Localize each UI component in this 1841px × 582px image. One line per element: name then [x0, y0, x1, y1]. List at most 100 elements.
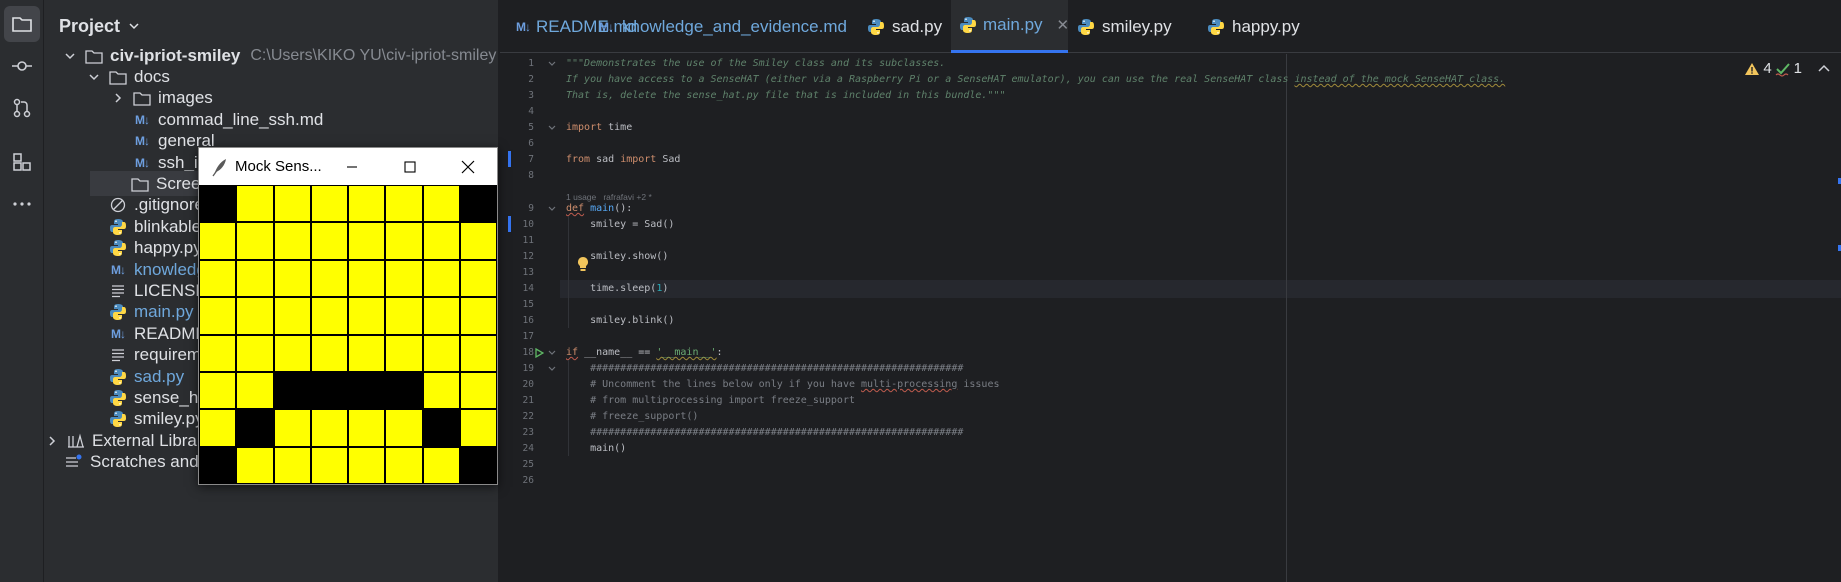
led-pixel	[200, 447, 236, 483]
code-line: That is, delete the sense_hat.py file th…	[566, 87, 1006, 105]
code-token: def	[566, 203, 585, 214]
change-marker[interactable]	[508, 216, 511, 232]
run-icon[interactable]	[534, 348, 544, 358]
maximize-icon	[404, 160, 416, 173]
mock-window-titlebar[interactable]: Mock Sens...	[199, 148, 497, 185]
code-token: '__main__'	[656, 347, 717, 358]
commit-icon[interactable]	[4, 48, 40, 84]
close-icon	[461, 160, 475, 173]
line-number: 26	[522, 475, 534, 486]
line-number: 11	[522, 235, 534, 246]
led-pixel	[237, 447, 273, 483]
editor-tab[interactable]: sad.py	[858, 0, 951, 53]
lightbulb-icon[interactable]	[576, 256, 590, 274]
more-icon[interactable]	[4, 186, 40, 222]
led-pixel	[460, 223, 496, 259]
led-pixel	[349, 186, 385, 222]
led-pixel	[311, 186, 347, 222]
code-token: :	[716, 347, 723, 358]
code-token: time	[602, 122, 633, 133]
mock-window-title: Mock Sens...	[235, 158, 322, 175]
change-marker[interactable]	[508, 151, 511, 167]
close-button[interactable]	[439, 148, 497, 185]
led-pixel	[311, 298, 347, 334]
led-pixel	[349, 298, 385, 334]
led-pixel	[274, 298, 310, 334]
led-pixel	[200, 186, 236, 222]
led-pixel	[274, 260, 310, 297]
led-pixel	[200, 410, 236, 446]
python-file-icon	[108, 409, 128, 429]
editor-tab[interactable]: main.py ✕	[951, 0, 1069, 53]
line-number: 20	[522, 379, 534, 390]
code-token: ########################################…	[566, 427, 964, 438]
inspection-widget[interactable]: 4 1	[1744, 60, 1831, 77]
led-pixel	[274, 186, 310, 222]
structure-icon[interactable]	[4, 144, 40, 180]
led-pixel	[423, 186, 459, 222]
fold-icon[interactable]	[547, 204, 557, 214]
led-pixel	[423, 447, 459, 483]
line-number: 13	[522, 267, 534, 278]
indent-guide	[568, 216, 569, 328]
pull-requests-icon[interactable]	[4, 90, 40, 126]
chevron-down-icon	[65, 52, 75, 59]
chevron-down-icon	[129, 23, 139, 30]
markdown-file-icon: M↓	[111, 262, 126, 277]
line-number: 10	[522, 219, 534, 230]
python-file-icon	[108, 367, 128, 387]
code-token: from	[566, 154, 591, 165]
gutter: 1 2 3 4 5 6 7 8 9 10 11 12 13 14 15 16 17 18 19 20 21 22 23 24 2…	[500, 54, 560, 582]
line-number: 15	[522, 299, 534, 310]
text-file-icon	[108, 281, 128, 301]
maximize-button[interactable]	[381, 148, 439, 185]
led-pixel	[386, 298, 422, 334]
code-token: smiley.blink()	[566, 315, 675, 326]
editor-tab[interactable]: M↓ knowledge_and_evidence.md	[588, 0, 858, 53]
warning-count: 4	[1763, 60, 1772, 77]
tree-item-label: commad_line_ssh.md	[158, 109, 324, 129]
led-pixel	[237, 410, 273, 446]
code-token: Sad	[656, 154, 681, 165]
line-number: 23	[522, 427, 534, 438]
led-pixel	[311, 410, 347, 446]
fold-icon[interactable]	[547, 348, 557, 358]
line-number: 2	[528, 74, 534, 85]
project-icon[interactable]	[4, 6, 40, 42]
led-pixel	[274, 335, 310, 371]
code-token: smiley = Sad()	[566, 219, 675, 230]
scratches-icon	[64, 452, 84, 472]
fold-icon[interactable]	[547, 123, 557, 133]
tree-item-label: sad.py	[134, 366, 185, 386]
editor: M↓ README.md M↓ knowledge_and_evidence.md sa…	[500, 0, 1841, 582]
fold-icon[interactable]	[547, 364, 557, 374]
minimize-button[interactable]	[323, 148, 381, 185]
led-pixel	[237, 223, 273, 259]
led-pixel	[349, 223, 385, 259]
code-token: That is, delete the sense_hat.py file th…	[566, 90, 1006, 101]
editor-tab[interactable]: smiley.py	[1068, 0, 1198, 53]
code-token: import	[620, 154, 657, 165]
tree-item-label: docs	[134, 66, 170, 86]
editor-tab[interactable]: M↓ README.md	[508, 0, 637, 53]
root-label: civ-ipriot-smiley	[110, 45, 241, 65]
editor-tab[interactable]: happy.py	[1198, 0, 1338, 53]
led-pixel	[386, 447, 422, 483]
line-number: 14	[522, 283, 534, 294]
fold-icon[interactable]	[547, 59, 557, 69]
line-number: 1	[528, 58, 534, 69]
led-pixel	[237, 335, 273, 371]
chevron-up-icon[interactable]	[1817, 62, 1831, 76]
python-file-icon	[959, 15, 977, 35]
code-line: time.sleep(1)	[566, 280, 668, 298]
led-pixel	[386, 335, 422, 371]
code-area[interactable]: """Demonstrates the use of the Smiley cl…	[566, 54, 1841, 582]
code-token: main	[590, 203, 615, 214]
python-file-icon	[108, 388, 128, 408]
tab-label: sad.py	[892, 16, 943, 36]
tab-label: happy.py	[1232, 16, 1300, 36]
led-pixel	[311, 372, 347, 409]
code-token: if	[566, 347, 579, 358]
led-pixel	[386, 223, 422, 259]
line-number: 17	[522, 331, 534, 342]
